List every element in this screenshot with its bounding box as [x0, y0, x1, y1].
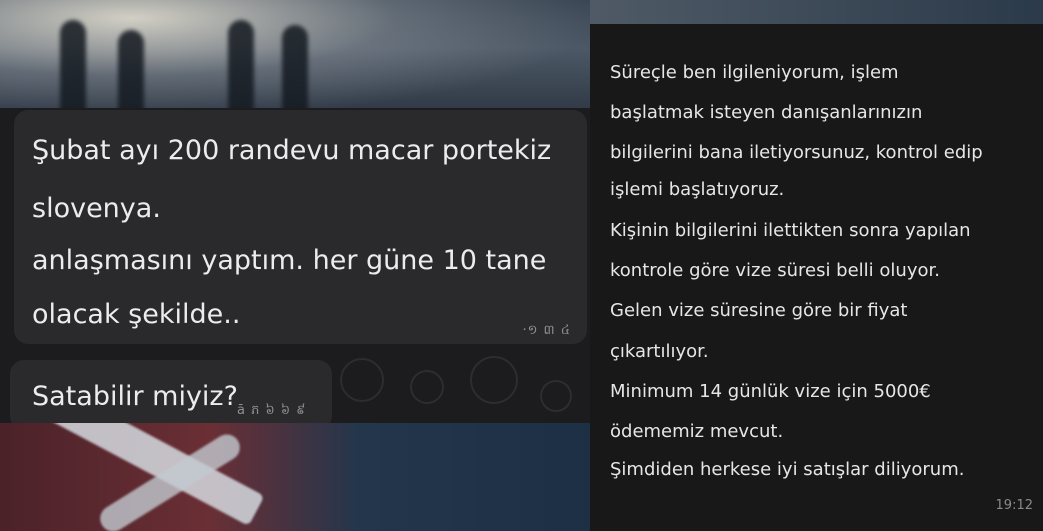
wallpaper-doodle	[540, 380, 572, 412]
message-timestamp: ·១ ៣ ៤	[522, 323, 571, 338]
message-timestamp: 19:12	[995, 498, 1033, 513]
background-person-silhouette	[228, 20, 254, 115]
wallpaper-doodle	[340, 358, 384, 402]
message-text-line: Şimdiden herkese iyi satışlar diliyorum.	[610, 459, 965, 480]
message-text: Satabilir miyiz?	[32, 381, 238, 412]
wallpaper-doodle	[470, 356, 518, 404]
message-text-line: bilgilerini bana iletiyorsunuz, kontrol …	[610, 142, 983, 163]
message-text-line: olacak şekilde..	[32, 299, 241, 330]
left-chat-screenshot: Şubat ayı 200 randevu macar portekiz slo…	[0, 108, 590, 423]
message-timestamp: ā ភ ៦ ៦ ៩	[237, 403, 307, 418]
message-text-line: işlemi başlatıyoruz.	[610, 179, 785, 200]
message-text-line: çıkartılıyor.	[610, 341, 709, 362]
message-text-line: kontrole göre vize süresi belli oluyor.	[610, 260, 940, 281]
message-text-line: slovenya.	[32, 193, 161, 224]
message-text-line: ödememiz mevcut.	[610, 421, 784, 442]
message-text-line: Şubat ayı 200 randevu macar portekiz	[32, 135, 552, 166]
background-person-silhouette	[60, 20, 86, 115]
background-person-silhouette	[282, 25, 308, 120]
message-text-line: anlaşmasını yaptım. her güne 10 tane	[32, 245, 547, 276]
background-right-strip	[590, 0, 1043, 24]
message-text-line: Kişinin bilgilerini ilettikten sonra yap…	[610, 220, 971, 241]
message-bubble[interactable]: Şubat ayı 200 randevu macar portekiz slo…	[14, 110, 587, 344]
message-text-line: Gelen vize süresine göre bir fiyat	[610, 300, 908, 321]
message-text-line: Minimum 14 günlük vize için 5000€	[610, 381, 931, 402]
message-bubble[interactable]: Satabilir miyiz? ā ភ ៦ ៦ ៩	[10, 360, 332, 423]
right-chat-screenshot: Süreçle ben ilgileniyorum, işlem başlatm…	[590, 24, 1043, 531]
message-text-line: Süreçle ben ilgileniyorum, işlem	[610, 62, 899, 83]
message-text-line: başlatmak isteyen danışanlarınızın	[610, 102, 923, 123]
wallpaper-doodle	[410, 370, 444, 404]
